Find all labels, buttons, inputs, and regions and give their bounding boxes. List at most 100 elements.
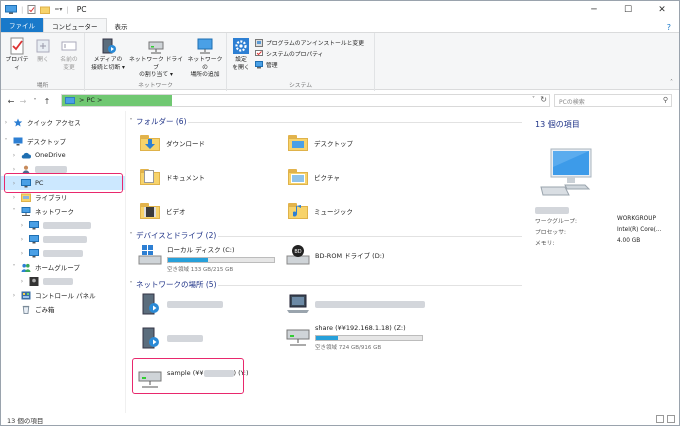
nav-label: ホームグループ <box>35 264 80 272</box>
section-divider <box>218 235 522 237</box>
collapse-chevron-icon[interactable]: ˅ <box>9 208 19 215</box>
qa-dropdown-icon[interactable]: =▾ <box>54 6 62 13</box>
section-devices-header[interactable]: ˅ デバイスとドライブ (2) <box>126 230 526 241</box>
nav-quick-access[interactable]: › クイック アクセス <box>1 115 125 129</box>
network-laptop[interactable] <box>286 293 425 315</box>
collapse-chevron-icon[interactable]: ˅ <box>126 118 136 125</box>
drive-bd-d[interactable]: BD BD-ROM ドライブ (D:) <box>286 244 384 266</box>
properties-qa-icon[interactable] <box>27 5 36 14</box>
redacted-device-name <box>167 300 223 308</box>
rename-label-2: 変更 <box>63 64 75 71</box>
drive-local-c[interactable]: ローカル ディスク (C:) 空き領域 133 GB/215 GB <box>138 244 275 273</box>
nav-network[interactable]: ˅ ネットワーク <box>1 204 125 218</box>
new-folder-qa-icon[interactable] <box>40 5 51 14</box>
nav-network-pc-2[interactable]: › <box>1 232 125 246</box>
sample-drive-highlight-box <box>132 358 244 394</box>
details-view-icon[interactable] <box>656 415 664 423</box>
rename-button[interactable]: 名前の 変更 <box>56 37 82 72</box>
collapse-chevron-icon[interactable]: ˅ <box>9 264 19 271</box>
network-drive-icon <box>286 329 310 346</box>
redacted-computer-name <box>43 249 83 257</box>
system-properties-button[interactable]: システムのプロパティ <box>255 49 323 58</box>
add-location-label-2: 場所の追加 <box>190 72 220 78</box>
map-network-drive-button[interactable]: ネットワーク ドライブ の割り当て ▾ <box>127 37 185 80</box>
collapse-chevron-icon[interactable]: ˅ <box>1 138 11 145</box>
nav-onedrive[interactable]: › OneDrive <box>1 148 125 162</box>
folder-videos[interactable]: ビデオ <box>140 203 186 219</box>
network-media-1[interactable] <box>138 293 223 315</box>
drive-usage-fill <box>316 336 339 340</box>
folder-label: ミュージック <box>314 208 353 216</box>
nav-network-pc-1[interactable]: › <box>1 218 125 232</box>
address-crumb[interactable]: > PC > <box>79 96 103 104</box>
laptop-icon <box>287 294 309 313</box>
nav-label: クイック アクセス <box>27 119 81 127</box>
media-connect-button[interactable]: メディアの 接続と切断 ▾ <box>89 37 127 72</box>
expand-chevron-icon[interactable]: › <box>9 194 19 201</box>
star-icon <box>13 117 23 126</box>
open-button[interactable]: 開く <box>33 37 53 65</box>
address-bar[interactable]: > PC > ˅ ↻ <box>61 94 550 107</box>
nav-recycle-bin[interactable]: ごみ箱 <box>1 302 125 316</box>
ribbon-collapse-icon[interactable]: ˄ <box>670 79 673 86</box>
folder-pictures[interactable]: ピクチャ <box>288 169 340 185</box>
add-network-location-button[interactable]: ネットワークの 場所の追加 <box>185 37 225 80</box>
collapse-chevron-icon[interactable]: ˅ <box>126 281 136 288</box>
properties-button[interactable]: プロパティ <box>4 37 30 72</box>
up-button[interactable]: ↑ <box>41 97 53 106</box>
uninstall-button[interactable]: プログラムのアンインストールと変更 <box>255 38 364 47</box>
tab-file[interactable]: ファイル <box>1 18 43 32</box>
expand-chevron-icon[interactable]: › <box>17 250 27 257</box>
manage-button[interactable]: 管理 <box>255 60 278 69</box>
section-network-header[interactable]: ˅ ネットワークの場所 (5) <box>126 279 526 290</box>
section-folders-header[interactable]: ˅ フォルダー (6) <box>126 116 526 127</box>
details-value: WORKGROUP <box>617 216 656 222</box>
refresh-icon[interactable]: ↻ <box>540 95 547 104</box>
folder-label: ダウンロード <box>166 140 205 148</box>
help-button[interactable]: ? <box>667 23 679 32</box>
search-box[interactable]: PCの検索 ⚲ <box>554 94 672 107</box>
open-settings-button[interactable]: 設定 を開く <box>229 37 253 72</box>
folder-downloads[interactable]: ダウンロード <box>140 135 205 151</box>
expand-chevron-icon[interactable]: › <box>9 292 19 299</box>
large-icons-view-icon[interactable] <box>667 415 675 423</box>
settings-label-2: を開く <box>232 64 250 71</box>
details-pc-name-row <box>535 207 675 214</box>
maximize-button[interactable]: ☐ <box>611 1 645 18</box>
nav-desktop[interactable]: ˅ デスクトップ <box>1 134 125 148</box>
nav-control-panel[interactable]: › コントロール パネル <box>1 288 125 302</box>
nav-label: ごみ箱 <box>35 306 55 314</box>
address-dropdown-icon[interactable]: ˅ <box>532 96 535 103</box>
close-button[interactable]: ✕ <box>645 1 679 18</box>
recycle-bin-icon <box>22 305 30 314</box>
section-label: デバイスとドライブ (2) <box>136 231 217 240</box>
computer-icon <box>29 234 39 243</box>
expand-chevron-icon[interactable]: › <box>9 152 19 159</box>
expand-chevron-icon[interactable]: › <box>17 222 27 229</box>
collapse-chevron-icon[interactable]: ˅ <box>126 232 136 239</box>
status-item-count: 13 個の項目 <box>7 417 44 425</box>
network-media-2[interactable] <box>138 327 203 349</box>
media-server-icon <box>142 327 159 349</box>
folder-desktop[interactable]: デスクトップ <box>288 135 353 151</box>
tab-computer[interactable]: コンピューター <box>43 18 107 32</box>
nav-homegroup-user[interactable]: › <box>1 274 125 288</box>
documents-folder-icon <box>140 169 160 185</box>
minimize-button[interactable]: ─ <box>577 1 611 18</box>
expand-chevron-icon[interactable]: › <box>1 119 11 126</box>
folder-music[interactable]: ミュージック <box>288 203 353 219</box>
forward-button[interactable]: → <box>17 97 29 106</box>
navigation-pane: › クイック アクセス ˅ デスクトップ › OneDrive › › PC ›… <box>1 111 125 413</box>
details-pane: 13 個の項目 ワークグループ: WORKGROUP プロセッサ: Intel(R)… <box>527 111 679 413</box>
folder-documents[interactable]: ドキュメント <box>140 169 205 185</box>
nav-network-pc-3[interactable]: › <box>1 246 125 260</box>
expand-chevron-icon[interactable]: › <box>17 278 27 285</box>
status-bar: 13 個の項目 <box>1 413 679 426</box>
tab-view[interactable]: 表示 <box>107 19 136 32</box>
expand-chevron-icon[interactable]: › <box>17 236 27 243</box>
recent-locations-button[interactable]: ˅ <box>29 98 41 105</box>
back-button[interactable]: ← <box>5 97 17 106</box>
nav-homegroup[interactable]: ˅ ホームグループ <box>1 260 125 274</box>
network-drive-share-z[interactable]: share (¥¥192.168.1.18) (Z:) 空き領域 724 GB/… <box>286 324 423 351</box>
expand-chevron-icon[interactable]: › <box>9 166 19 173</box>
